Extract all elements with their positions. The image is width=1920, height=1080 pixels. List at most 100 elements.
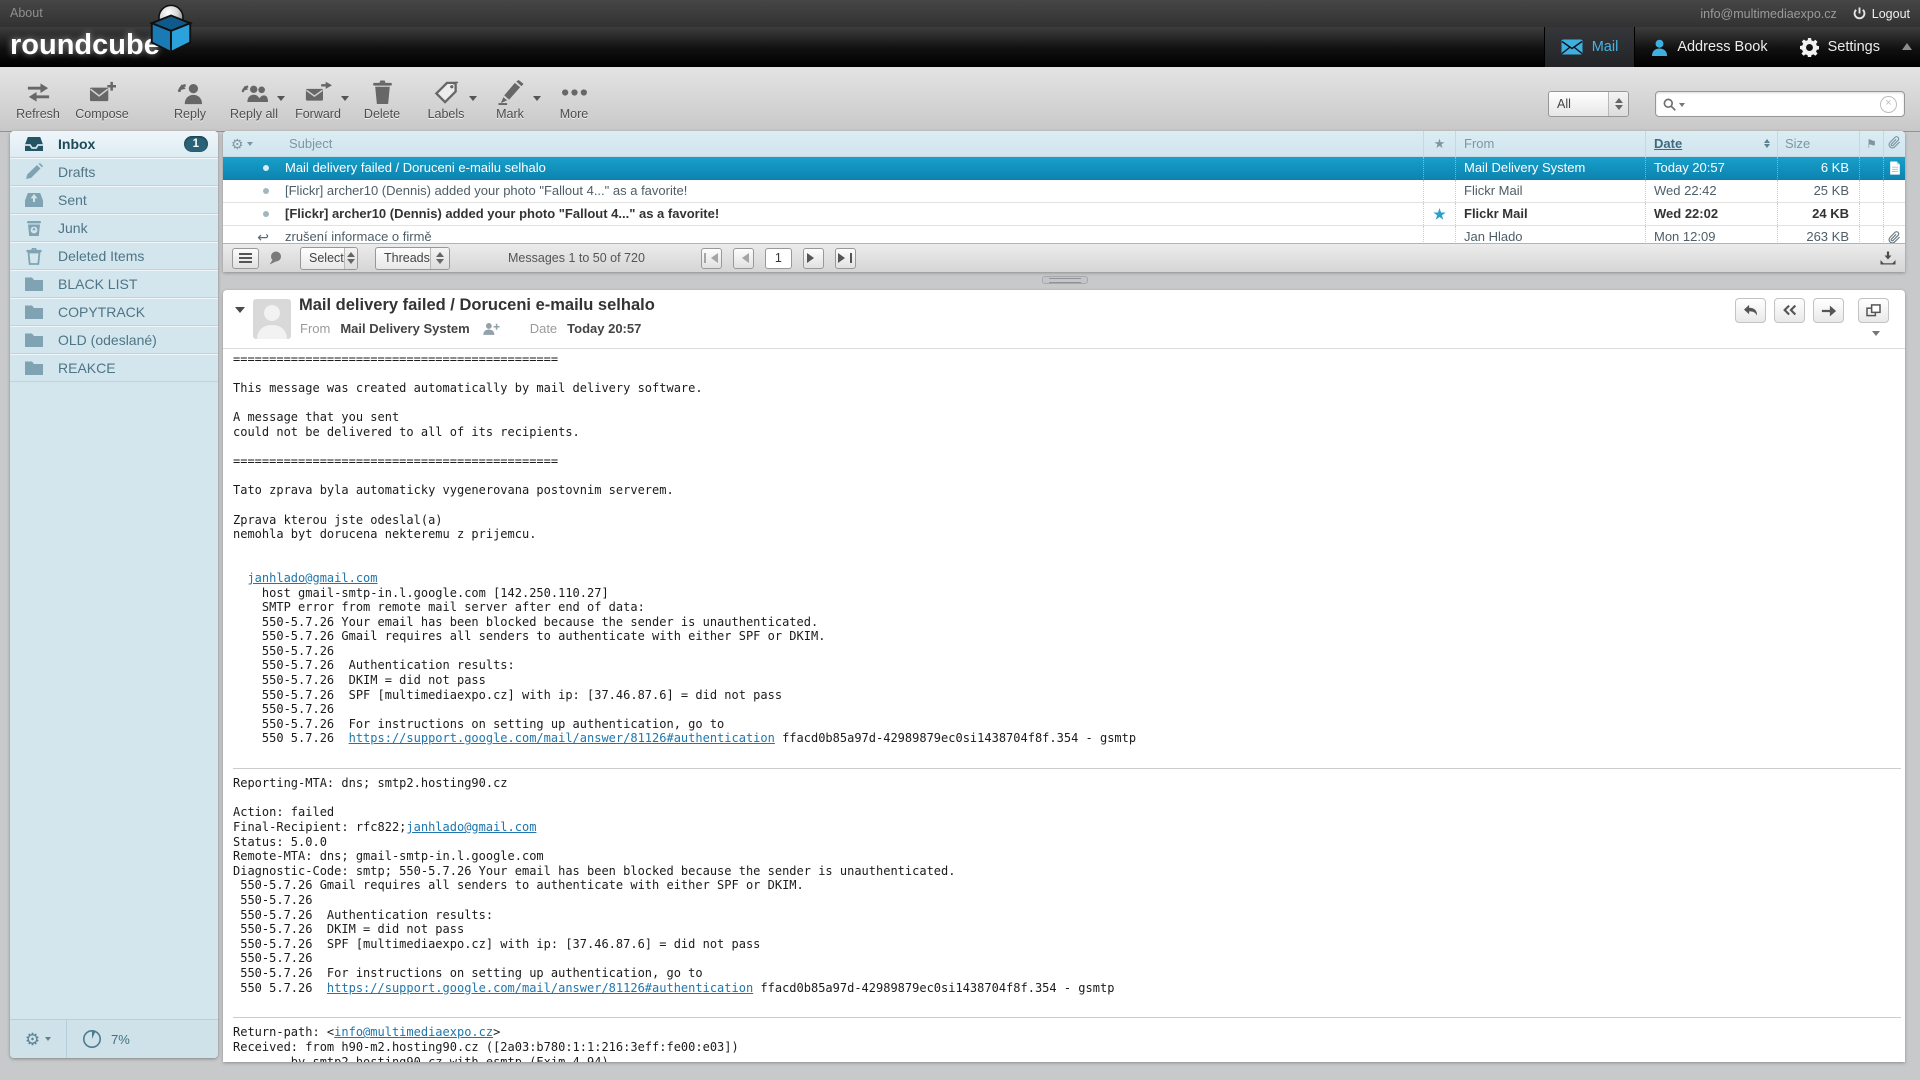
body-link[interactable]: info@multimediaexpo.cz [334, 1025, 493, 1039]
body-line: ========================================… [233, 454, 1901, 469]
sidebar-folder-inbox[interactable]: Inbox1 [10, 131, 218, 158]
sidebar-folder-sent[interactable]: Sent [10, 186, 218, 214]
select-arrows-icon [1608, 92, 1628, 116]
body-line: Return-path: <info@multimediaexpo.cz> [233, 1025, 1901, 1040]
body-line: 550-5.7.26 [233, 951, 1901, 966]
speech-bubble-icon[interactable] [268, 251, 283, 265]
nav-settings-label: Settings [1828, 39, 1880, 55]
folder-icon [24, 359, 44, 377]
sidebar-folder-deleted-items[interactable]: Deleted Items [10, 242, 218, 270]
reply-button[interactable] [1735, 298, 1766, 323]
threads-dropdown[interactable]: Threads [375, 247, 450, 270]
add-contact-icon[interactable] [482, 321, 500, 336]
body-link[interactable]: janhlado@gmail.com [406, 820, 536, 834]
quota-percent: 7% [111, 1032, 130, 1047]
open-in-new-window-button[interactable] [1858, 298, 1889, 323]
body-link[interactable]: https://support.google.com/mail/answer/8… [349, 731, 775, 745]
folder-list-panel: Inbox1DraftsSentJunkDeleted ItemsBLACK L… [10, 131, 218, 1058]
reply-button[interactable]: Reply [158, 76, 222, 121]
forward-button[interactable] [1813, 298, 1844, 323]
more-button[interactable]: More [542, 76, 606, 121]
column-attachment[interactable] [1883, 131, 1905, 156]
more-icon [561, 76, 588, 105]
column-size[interactable]: Size [1777, 131, 1859, 156]
collapse-taskbar-icon[interactable] [1902, 38, 1912, 50]
delete-button[interactable]: Delete [350, 76, 414, 121]
nav-settings[interactable]: Settings [1784, 27, 1896, 67]
body-line: Diagnostic-Code: smtp; 550-5.7.26 Your e… [233, 864, 1901, 879]
about-link[interactable]: About [10, 0, 43, 27]
labels-button[interactable]: Labels [414, 76, 478, 121]
app-banner: roundcube Mail Address Book Settings [0, 27, 1920, 68]
preview-toggle-icon[interactable] [1880, 251, 1896, 265]
search-scope-select[interactable]: All [1548, 91, 1629, 117]
column-flag[interactable]: ⚑ [1859, 131, 1883, 156]
message-from: Jan Hlado [1455, 226, 1645, 243]
select-dropdown[interactable]: Select [300, 247, 358, 270]
sidebar-folder-old-odeslan-[interactable]: OLD (odeslané) [10, 326, 218, 354]
message-row[interactable]: [Flickr] archer10 (Dennis) added your ph… [223, 203, 1905, 226]
column-date[interactable]: Date [1645, 131, 1777, 156]
message-row[interactable]: ↩zrušení informace o firměJan HladoMon 1… [223, 226, 1905, 243]
list-menu-button[interactable] [232, 248, 259, 269]
message-date: Wed 22:42 [1645, 180, 1777, 202]
logout-button[interactable]: Logout [1853, 7, 1910, 21]
column-from[interactable]: From [1455, 131, 1645, 156]
body-line: Zprava kterou jste odeslal(a) [233, 513, 1901, 528]
reply-all-button[interactable]: Reply all [222, 76, 286, 121]
body-line [233, 556, 1901, 571]
list-options-button[interactable]: ⚙ [223, 131, 281, 156]
body-line [233, 995, 1901, 1010]
nav-mail[interactable]: Mail [1544, 27, 1636, 67]
column-subject[interactable]: Subject [281, 131, 1423, 156]
sidebar-folder-junk[interactable]: Junk [10, 214, 218, 242]
sidebar-folder-black-list[interactable]: BLACK LIST [10, 270, 218, 298]
folder-options-button[interactable]: ⚙ [10, 1020, 67, 1058]
body-line: 550-5.7.26 For instructions on setting u… [233, 717, 1901, 732]
page-number-input[interactable] [765, 248, 792, 269]
splitter-handle[interactable] [1042, 276, 1088, 284]
body-link[interactable]: janhlado@gmail.com [247, 571, 377, 585]
mark-button[interactable]: Mark [478, 76, 542, 121]
column-star[interactable]: ★ [1423, 131, 1455, 156]
dropdown-caret-icon[interactable] [341, 96, 349, 105]
previous-page-button[interactable] [733, 248, 754, 269]
toolbar-button-label: Refresh [16, 107, 60, 121]
next-page-button[interactable] [803, 248, 824, 269]
sidebar-folder-drafts[interactable]: Drafts [10, 158, 218, 186]
refresh-button[interactable]: Refresh [6, 76, 70, 121]
clear-search-icon[interactable]: × [1880, 96, 1897, 113]
search-options-caret-icon[interactable] [1679, 103, 1685, 110]
body-line: 550 5.7.26 https://support.google.com/ma… [233, 731, 1901, 746]
message-list-footer: Select Threads Messages 1 to 50 of 720 [223, 243, 1905, 272]
search-input[interactable] [1689, 93, 1880, 115]
labels-icon [433, 76, 460, 105]
message-header: Mail delivery failed / Doruceni e-mailu … [223, 290, 1905, 349]
message-options-caret-icon[interactable] [1872, 331, 1880, 340]
dropdown-caret-icon[interactable] [277, 96, 285, 105]
body-line: Final-Recipient: rfc822;janhlado@gmail.c… [233, 820, 1901, 835]
paperclip-icon [1888, 136, 1901, 152]
nav-address-book[interactable]: Address Book [1635, 27, 1783, 67]
body-link[interactable]: https://support.google.com/mail/answer/8… [327, 981, 753, 995]
first-page-button[interactable] [701, 248, 722, 269]
body-line: by smtp2.hosting90.cz with esmtp (Exim 4… [233, 1055, 1901, 1063]
body-line: 550-5.7.26 DKIM = did not pass [233, 922, 1901, 937]
reply-all-icon [241, 76, 268, 105]
compose-button[interactable]: Compose [70, 76, 134, 121]
star-icon[interactable]: ★ [1433, 203, 1446, 225]
sidebar-folder-copytrack[interactable]: COPYTRACK [10, 298, 218, 326]
forward-button[interactable]: Forward [286, 76, 350, 121]
message-status-dot [263, 188, 269, 194]
sidebar-folder-reakce[interactable]: REAKCE [10, 354, 218, 382]
collapse-message-icon[interactable] [235, 307, 245, 318]
dropdown-caret-icon[interactable] [469, 96, 477, 105]
body-line: Received: from h90-m2.hosting90.cz ([2a0… [233, 1040, 1901, 1055]
last-page-button[interactable] [835, 248, 856, 269]
message-row[interactable]: Mail delivery failed / Doruceni e-mailu … [223, 157, 1905, 180]
message-row[interactable]: [Flickr] archer10 (Dennis) added your ph… [223, 180, 1905, 203]
dropdown-caret-icon[interactable] [533, 96, 541, 105]
search-icon[interactable] [1663, 98, 1676, 111]
message-subject: [Flickr] archer10 (Dennis) added your ph… [281, 180, 1423, 202]
reply-all-button[interactable] [1774, 298, 1805, 323]
